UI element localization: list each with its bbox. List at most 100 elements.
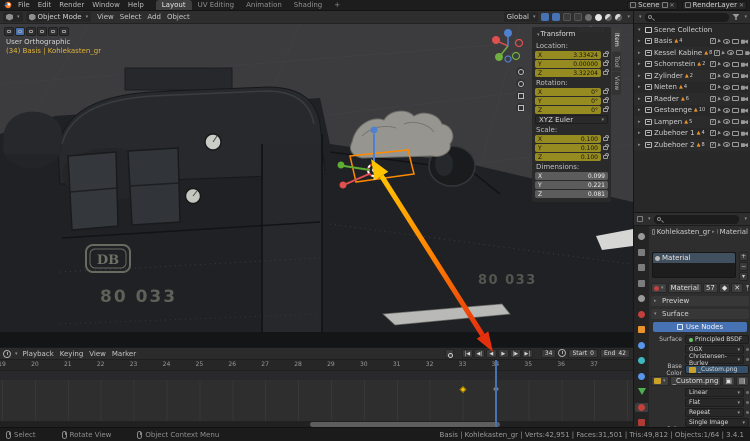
surface-shader-button[interactable]: Principled BSDF <box>685 335 749 344</box>
remove-slot-button[interactable]: − <box>739 262 748 271</box>
scale-field[interactable]: Z0.100 <box>535 153 601 161</box>
timeline-scrollbar[interactable] <box>310 422 500 427</box>
exclude-checkbox-icon[interactable]: ✓ <box>710 96 716 102</box>
location-field[interactable]: Y0.00000 <box>535 60 601 68</box>
lock-icon[interactable] <box>603 53 608 57</box>
expand-icon[interactable]: ▸ <box>638 142 643 148</box>
disable-render-icon[interactable] <box>741 142 748 147</box>
disable-render-icon[interactable] <box>741 73 748 78</box>
mode-select[interactable]: Object Mode▾ <box>26 12 92 22</box>
npanel-tab[interactable]: View <box>612 72 621 94</box>
breadcrumb-object[interactable]: Kohlekasten_gr <box>657 228 710 236</box>
disable-viewport-icon[interactable] <box>732 119 739 124</box>
rotation-field[interactable]: X0° <box>535 88 601 96</box>
open-image-folder-icon[interactable]: ▤ <box>736 376 749 386</box>
exclude-checkbox-icon[interactable]: ✓ <box>710 38 716 44</box>
workspace-tab[interactable]: Animation <box>240 0 288 10</box>
disable-viewport-icon[interactable] <box>732 73 739 78</box>
unlink-scene-icon[interactable]: ✕ <box>670 2 675 9</box>
scene-selector[interactable]: Scene ✕ <box>627 1 677 10</box>
disable-render-icon[interactable] <box>741 39 748 44</box>
next-keyframe-icon[interactable]: |▶ <box>510 349 521 358</box>
shading-solid-icon[interactable] <box>595 14 602 21</box>
snap-magnet-icon[interactable] <box>541 13 549 21</box>
disable-render-icon[interactable] <box>741 62 748 67</box>
rotate-tool-icon[interactable] <box>48 27 58 36</box>
workspace-tab[interactable]: + <box>328 0 346 10</box>
disable-render-icon[interactable] <box>741 131 748 136</box>
material-slot-list[interactable]: Material <box>652 252 736 278</box>
viewport-menu[interactable]: Select <box>117 13 145 21</box>
disable-render-icon[interactable] <box>745 50 750 55</box>
disable-viewport-icon[interactable] <box>732 96 739 101</box>
users-count-badge[interactable]: 57 <box>703 283 718 293</box>
exclude-checkbox-icon[interactable]: ✓ <box>710 107 716 113</box>
selectable-icon[interactable] <box>718 142 722 147</box>
outliner-search[interactable] <box>645 13 730 22</box>
disable-render-icon[interactable] <box>741 108 748 113</box>
disable-viewport-icon[interactable] <box>732 85 739 90</box>
filter-dropdown-icon[interactable]: ▾ <box>744 14 747 20</box>
tweak-tool-icon[interactable] <box>4 27 14 36</box>
disable-viewport-icon[interactable] <box>732 108 739 113</box>
outliner-collection-row[interactable]: ▸ Basis ▲4 ✓ <box>634 36 750 48</box>
timeline-tracks[interactable] <box>0 371 633 421</box>
hide-eye-icon[interactable] <box>727 50 734 55</box>
viewport-menu[interactable]: Add <box>144 13 164 21</box>
hide-eye-icon[interactable] <box>723 119 730 124</box>
move-tool-icon[interactable] <box>37 27 47 36</box>
fake-user-shield-icon[interactable]: ◆ <box>719 283 730 293</box>
workspace-tab[interactable]: Layout <box>156 0 192 10</box>
selectable-icon[interactable] <box>718 39 722 44</box>
jump-start-icon[interactable]: |◀ <box>462 349 473 358</box>
source-select[interactable]: Single Image▾ <box>685 418 749 427</box>
breadcrumb-material[interactable]: Material <box>720 228 748 236</box>
hide-eye-icon[interactable] <box>723 62 730 67</box>
expand-icon[interactable]: ▸ <box>638 61 643 67</box>
topbar-menu[interactable]: Edit <box>34 1 56 9</box>
hide-eye-icon[interactable] <box>723 39 730 44</box>
show-gizmo-icon[interactable] <box>563 13 571 21</box>
viewport-menu[interactable]: View <box>94 13 117 21</box>
image-name-field[interactable]: _Custom.png <box>670 376 722 386</box>
selectable-icon[interactable] <box>722 50 726 55</box>
rotation-field[interactable]: Y0° <box>535 97 601 105</box>
hide-eye-icon[interactable] <box>723 131 730 136</box>
remove-viewlayer-icon[interactable]: ✕ <box>739 2 744 9</box>
hide-eye-icon[interactable] <box>723 108 730 113</box>
select-box-tool-icon[interactable] <box>15 27 25 36</box>
lock-icon[interactable] <box>603 71 608 75</box>
lock-icon[interactable] <box>603 62 608 66</box>
viewport-menu[interactable]: Object <box>164 13 193 21</box>
outliner-collection-row[interactable]: ▸ Nieten ▲4 ✓ <box>634 82 750 94</box>
properties-editor-icon[interactable] <box>637 216 643 222</box>
expand-icon[interactable]: ▾ <box>638 27 643 33</box>
workspace-tab[interactable]: UV Editing <box>192 0 241 10</box>
preview-panel-header[interactable]: ▸Preview <box>651 296 749 306</box>
dimension-field[interactable]: Z0.081 <box>535 190 608 198</box>
shading-rendered-icon[interactable] <box>615 14 622 21</box>
disable-viewport-icon[interactable] <box>732 142 739 147</box>
rotation-field[interactable]: Z0° <box>535 106 601 114</box>
subsurface-method-select[interactable]: Christensen-Burley▾ <box>685 355 744 364</box>
timeline-menu[interactable]: Playback <box>20 350 57 358</box>
lock-icon[interactable] <box>603 108 608 112</box>
play-reverse-icon[interactable]: ◀ <box>486 349 497 358</box>
scale-tool-icon[interactable] <box>59 27 69 36</box>
outliner-collection-row[interactable]: ▸ Kessel Kabine ▲8 ✓ <box>634 47 750 59</box>
start-frame-field[interactable]: Start0 <box>568 349 598 358</box>
interpolation-select[interactable]: Linear▾ <box>685 388 744 397</box>
camera-view-icon[interactable] <box>516 91 525 100</box>
timeline-menu[interactable]: Marker <box>109 350 139 358</box>
npanel-tab[interactable]: Tool <box>612 52 621 72</box>
expand-icon[interactable]: ▸ <box>638 73 643 79</box>
auto-keying-icon[interactable] <box>445 349 454 358</box>
viewport-3d[interactable]: ▾ Object Mode▾ ViewSelectAddObject Globa… <box>0 11 633 347</box>
shading-wireframe-icon[interactable] <box>585 14 592 21</box>
base-color-input[interactable]: _Custom.png <box>685 365 749 374</box>
expand-icon[interactable]: ▸ <box>638 107 643 113</box>
add-slot-button[interactable]: + <box>739 252 748 261</box>
location-field[interactable]: Z3.32204 <box>535 69 601 77</box>
collapse-icon[interactable]: ▾ <box>537 32 540 38</box>
topbar-menu[interactable]: Render <box>55 1 88 9</box>
